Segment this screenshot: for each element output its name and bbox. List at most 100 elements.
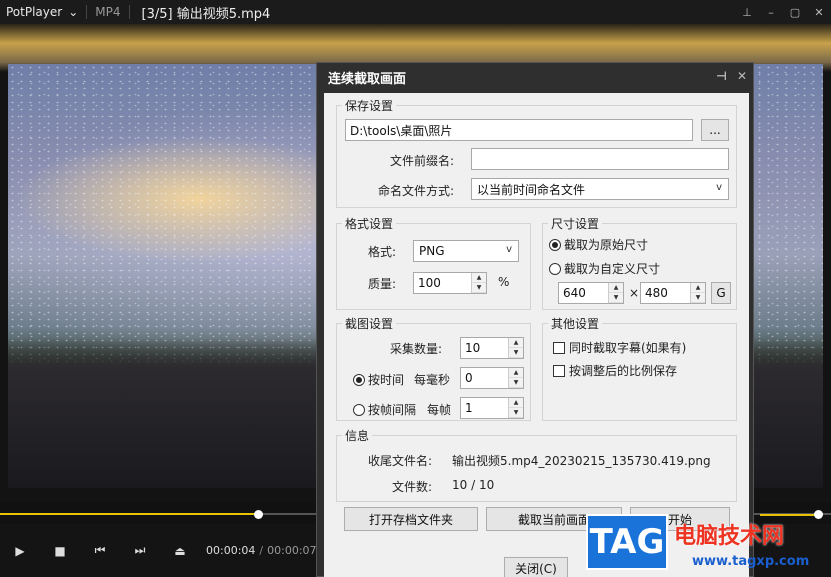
custom-size-label: 截取为自定义尺寸: [564, 262, 661, 276]
previous-button[interactable]: ⏮: [80, 529, 120, 573]
group-title: 尺寸设置: [548, 215, 603, 232]
up-arrow-icon[interactable]: ▲: [509, 338, 523, 348]
pin-icon[interactable]: ⊥: [735, 0, 759, 24]
prefix-label: 文件前缀名:: [390, 154, 455, 168]
next-button[interactable]: ⏭: [120, 529, 160, 573]
seek-progress: [0, 513, 258, 515]
play-icon: ▶: [15, 543, 25, 558]
pin-icon[interactable]: ⊣: [716, 69, 727, 83]
group-title: 信息: [342, 427, 373, 444]
per-ms-label: 每毫秒: [414, 373, 451, 387]
continuous-capture-dialog: 连续截取画面 ⊣ ✕ 保存设置 D:\tools\桌面\照片 ... 文件前缀名…: [316, 62, 754, 577]
format-value: PNG: [419, 244, 445, 258]
by-time-label: 按时间: [368, 373, 405, 387]
file-count-value: 10 / 10: [452, 478, 495, 492]
stop-button[interactable]: ■: [40, 529, 80, 573]
by-frame-label: 按帧间隔: [368, 403, 417, 417]
group-title: 保存设置: [342, 97, 397, 114]
dialog-body: 保存设置 D:\tools\桌面\照片 ... 文件前缀名: 命名文件方式: 以…: [324, 93, 749, 577]
chevron-down-icon: ⌄: [68, 5, 79, 19]
capture-subtitle-label: 同时截取字幕(如果有): [569, 341, 687, 355]
width-value: 640: [563, 286, 586, 300]
count-value: 10: [465, 341, 481, 355]
naming-value: 以当前时间命名文件: [477, 182, 586, 197]
group-title: 格式设置: [342, 215, 397, 232]
video-title: [3/5] 输出视频5.mp4: [141, 6, 271, 22]
dialog-title: 连续截取画面: [328, 71, 407, 87]
restore-icon[interactable]: ▢: [783, 0, 807, 24]
down-arrow-icon[interactable]: ▼: [509, 378, 523, 388]
open-folder-button[interactable]: 打开存档文件夹: [344, 507, 478, 531]
quality-label: 质量:: [368, 277, 397, 291]
count-stepper[interactable]: 10 ▲ ▼: [460, 337, 524, 359]
player-titlebar: PotPlayer ⌄ MP4 [3/5] 输出视频5.mp4 ⊥ – ▢ ✕: [0, 0, 831, 24]
naming-select[interactable]: 以当前时间命名文件 v: [471, 178, 729, 200]
up-arrow-icon[interactable]: ▲: [472, 273, 486, 283]
ms-stepper[interactable]: 0 ▲ ▼: [460, 367, 524, 389]
by-frame-radio[interactable]: 按帧间隔: [353, 401, 416, 418]
group-title: 其他设置: [548, 315, 603, 332]
watermark-name: 电脑技术网: [674, 524, 785, 549]
down-arrow-icon[interactable]: ▼: [509, 348, 523, 358]
group-title: 截图设置: [342, 315, 397, 332]
original-size-label: 截取为原始尺寸: [564, 238, 649, 252]
width-stepper[interactable]: 640 ▲ ▼: [558, 282, 624, 304]
capture-subtitle-checkbox[interactable]: 同时截取字幕(如果有): [553, 339, 686, 356]
g-button[interactable]: G: [711, 282, 731, 304]
save-path-input[interactable]: D:\tools\桌面\照片: [345, 119, 693, 141]
browse-button[interactable]: ...: [701, 119, 729, 141]
up-arrow-icon[interactable]: ▲: [509, 398, 523, 408]
size-settings-group: 尺寸设置 截取为原始尺寸 截取为自定义尺寸 640 ▲ ▼ × 480 ▲ ▼ G: [542, 215, 737, 310]
original-size-radio[interactable]: 截取为原始尺寸: [549, 236, 648, 253]
by-time-radio[interactable]: 按时间: [353, 371, 404, 388]
time-separator: /: [259, 544, 264, 557]
up-arrow-icon[interactable]: ▲: [691, 283, 705, 293]
frame-value: 1: [465, 401, 473, 415]
up-arrow-icon[interactable]: ▲: [509, 368, 523, 378]
down-arrow-icon[interactable]: ▼: [472, 283, 486, 293]
chevron-down-icon: v: [716, 182, 722, 193]
divider: [342, 501, 732, 502]
close-icon[interactable]: ✕: [807, 0, 831, 24]
down-arrow-icon[interactable]: ▼: [609, 293, 623, 303]
ms-value: 0: [465, 371, 473, 385]
quality-value: 100: [418, 276, 441, 290]
format-label: 格式:: [368, 245, 397, 259]
seek-handle[interactable]: [253, 510, 263, 519]
keep-ratio-label: 按调整后的比例保存: [569, 364, 678, 378]
other-settings-group: 其他设置 同时截取字幕(如果有) 按调整后的比例保存: [542, 315, 737, 421]
play-button[interactable]: ▶: [0, 529, 40, 573]
app-name: PotPlayer: [6, 5, 63, 19]
info-group: 信息 收尾文件名: 输出视频5.mp4_20230215_135730.419.…: [336, 427, 737, 502]
stop-icon: ■: [54, 543, 66, 558]
frame-stepper[interactable]: 1 ▲ ▼: [460, 397, 524, 419]
down-arrow-icon[interactable]: ▼: [509, 408, 523, 418]
close-icon[interactable]: ✕: [737, 69, 747, 83]
custom-size-radio[interactable]: 截取为自定义尺寸: [549, 260, 660, 277]
format-settings-group: 格式设置 格式: PNG v 质量: 100 ▲ ▼ %: [336, 215, 531, 310]
quality-unit: %: [498, 275, 510, 289]
app-menu-button[interactable]: PotPlayer ⌄: [0, 5, 78, 19]
format-select[interactable]: PNG v: [413, 240, 519, 262]
eject-button[interactable]: ⏏: [160, 529, 200, 573]
prefix-input[interactable]: [471, 148, 729, 170]
down-arrow-icon[interactable]: ▼: [691, 293, 705, 303]
count-label: 采集数量:: [390, 342, 443, 356]
per-frame-label: 每帧: [427, 403, 452, 417]
close-button[interactable]: 关闭(C): [504, 557, 568, 577]
minimize-icon[interactable]: –: [759, 0, 783, 24]
divider: [86, 5, 88, 19]
last-file-label: 收尾文件名:: [368, 454, 433, 468]
last-file-value: 输出视频5.mp4_20230215_135730.419.png: [452, 454, 711, 468]
watermark: TAG 电脑技术网 www.tagxp.com: [580, 510, 831, 577]
previous-icon: ⏮: [94, 543, 106, 557]
height-stepper[interactable]: 480 ▲ ▼: [640, 282, 706, 304]
keep-ratio-checkbox[interactable]: 按调整后的比例保存: [553, 362, 677, 379]
up-arrow-icon[interactable]: ▲: [609, 283, 623, 293]
save-settings-group: 保存设置 D:\tools\桌面\照片 ... 文件前缀名: 命名文件方式: 以…: [336, 97, 737, 208]
quality-stepper[interactable]: 100 ▲ ▼: [413, 272, 487, 294]
time-total: 00:00:07: [267, 544, 317, 557]
eject-icon: ⏏: [174, 543, 186, 558]
times-sign: ×: [629, 286, 640, 300]
watermark-url: www.tagxp.com: [692, 554, 810, 569]
